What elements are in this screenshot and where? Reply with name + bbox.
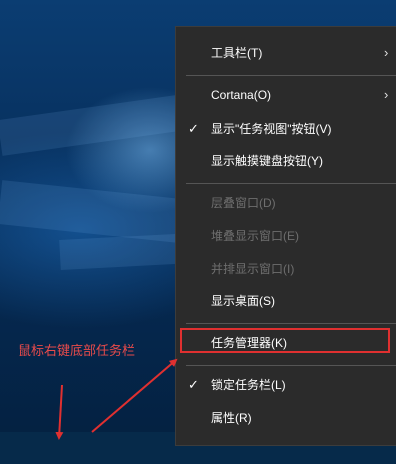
annotation-arrows [55, 358, 178, 440]
arrow-down-to-taskbar [55, 384, 64, 440]
arrow-to-task-manager [91, 358, 178, 433]
